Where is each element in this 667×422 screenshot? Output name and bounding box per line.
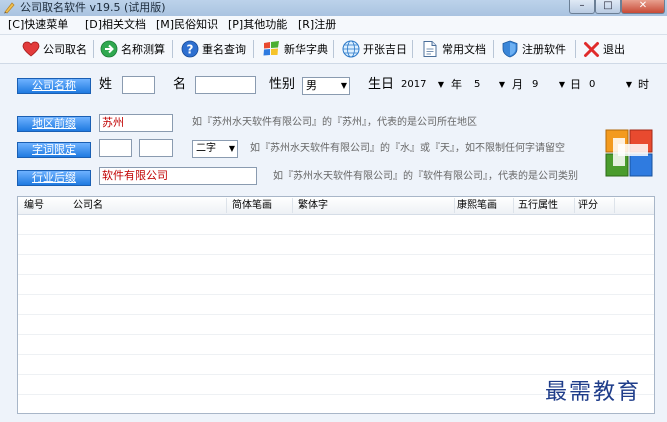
toolbar-separator [172,40,173,58]
chevron-down-icon: ▼ [498,80,505,89]
birthday-label: 生日 [368,77,395,92]
column-divider [292,198,293,213]
column-header-score[interactable]: 评分 [575,197,615,214]
table-header: 编号 公司名 简体笔画 繁体字 康熙笔画 五行属性 评分 [18,197,654,215]
gender-select[interactable]: 男 ▼ [302,77,350,95]
duplicate-query-button[interactable]: ? 重名查询 [181,38,246,60]
menu-quick[interactable]: [C]快速菜单 [8,16,68,34]
dictionary-button[interactable]: 新华字典 [262,38,328,60]
toolbar-separator [493,40,494,58]
windows-icon [263,41,279,56]
industry-suffix-button[interactable]: 行业后缀 [17,170,91,186]
app-window: 公司取名软件 v19.5 (试用版) – □ ✕ [C]快速菜单 [D]相关文档… [0,0,667,422]
month-value: 5 [474,79,481,90]
chevron-down-icon: ▼ [340,81,347,90]
region-prefix-hint: 如『苏州水天软件有限公司』的『苏州』，代表的是公司所在地区 [192,117,477,128]
register-software-button[interactable]: 注册软件 [501,38,566,60]
chevron-down-icon: ▼ [558,80,565,89]
close-button[interactable]: ✕ [621,0,665,14]
char-limit-input-2[interactable] [139,139,173,157]
app-icon [4,2,15,14]
office-logo [605,129,653,177]
hour-unit: 时 [638,78,649,91]
help-icon: ? [181,40,199,58]
day-select[interactable]: 9 ▼ [529,77,567,95]
menu-register[interactable]: [R]注册 [298,16,336,34]
company-naming-button[interactable]: 公司取名 [22,38,87,60]
close-icon [584,41,599,57]
surname-label: 姓 [99,77,113,92]
document-icon [423,41,437,57]
shield-icon [502,40,518,58]
industry-suffix-hint: 如『苏州水天软件有限公司』的『软件有限公司』，代表的是公司类别 [273,171,578,182]
exit-button[interactable]: 退出 [583,38,625,60]
minimize-button[interactable]: – [569,0,595,14]
toolbar-separator [412,40,413,58]
column-header-five-elements[interactable]: 五行属性 [515,197,575,214]
name-test-label: 名称测算 [121,43,165,56]
chevron-down-icon: ▼ [228,144,235,153]
surname-input[interactable] [122,76,155,94]
toolbar: 公司取名 名称测算 ? 重名查询 新华字典 开张吉日 常用文档 注册软件 退出 [0,35,667,64]
given-name-input[interactable] [195,76,256,94]
given-name-label: 名 [173,77,187,92]
watermark-text: 最需教育 [545,380,642,405]
column-header-company-name[interactable]: 公司名 [70,197,230,214]
column-header-traditional[interactable]: 繁体字 [295,197,455,214]
chevron-down-icon: ▼ [625,80,632,89]
toolbar-separator [93,40,94,58]
month-unit: 月 [512,78,523,91]
char-count-value: 二字 [196,143,216,154]
region-prefix-button[interactable]: 地区前缀 [17,116,91,132]
toolbar-separator [253,40,254,58]
company-name-button[interactable]: 公司名称 [17,78,91,94]
title-bar[interactable]: 公司取名软件 v19.5 (试用版) – □ ✕ [0,0,667,16]
arrow-right-icon [100,40,118,58]
gender-value: 男 [306,79,317,92]
month-select[interactable]: 5 ▼ [471,77,507,95]
menu-other-functions[interactable]: [P]其他功能 [228,16,287,34]
common-docs-label: 常用文档 [442,43,486,56]
network-icon [342,40,360,58]
svg-text:?: ? [187,43,194,57]
char-limit-button[interactable]: 字词限定 [17,142,91,158]
menu-bar: [C]快速菜单 [D]相关文档 [M]民俗知识 [P]其他功能 [R]注册 [0,16,667,35]
menu-folk-knowledge[interactable]: [M]民俗知识 [156,16,218,34]
duplicate-query-label: 重名查询 [202,43,246,56]
toolbar-separator [333,40,334,58]
hour-value: 0 [589,79,596,90]
year-unit: 年 [451,78,462,91]
column-header-number[interactable]: 编号 [21,197,71,214]
region-prefix-input[interactable]: 苏州 [99,114,173,132]
column-divider [614,198,615,213]
column-header-simplified-strokes[interactable]: 简体笔画 [229,197,293,214]
day-unit: 日 [570,78,581,91]
common-docs-button[interactable]: 常用文档 [421,38,486,60]
register-software-label: 注册软件 [522,43,566,56]
window-title: 公司取名软件 v19.5 (试用版) [20,1,166,14]
hour-select[interactable]: 0 ▼ [586,77,634,95]
industry-suffix-input[interactable]: 软件有限公司 [99,167,257,185]
year-select[interactable]: 2017 ▼ [398,77,446,95]
gender-label: 性别 [269,77,296,92]
menu-documents[interactable]: [D]相关文档 [85,16,146,34]
day-value: 9 [532,79,539,90]
exit-label: 退出 [603,43,625,56]
toolbar-separator [575,40,576,58]
opening-day-label: 开张吉日 [363,43,407,56]
dictionary-label: 新华字典 [284,43,328,56]
opening-day-button[interactable]: 开张吉日 [342,38,407,60]
char-limit-hint: 如『苏州水天软件有限公司』的『水』或『天』，如不限制任何字请留空 [250,143,565,154]
maximize-button[interactable]: □ [595,0,621,14]
column-divider [226,198,227,213]
year-value: 2017 [401,79,427,90]
heart-icon [22,41,40,57]
char-limit-input-1[interactable] [99,139,132,157]
name-test-button[interactable]: 名称测算 [100,38,165,60]
company-naming-label: 公司取名 [43,43,87,56]
column-header-kangxi-strokes[interactable]: 康熙笔画 [454,197,514,214]
column-divider [513,198,514,213]
chevron-down-icon: ▼ [437,80,444,89]
char-count-select[interactable]: 二字 ▼ [192,140,238,158]
